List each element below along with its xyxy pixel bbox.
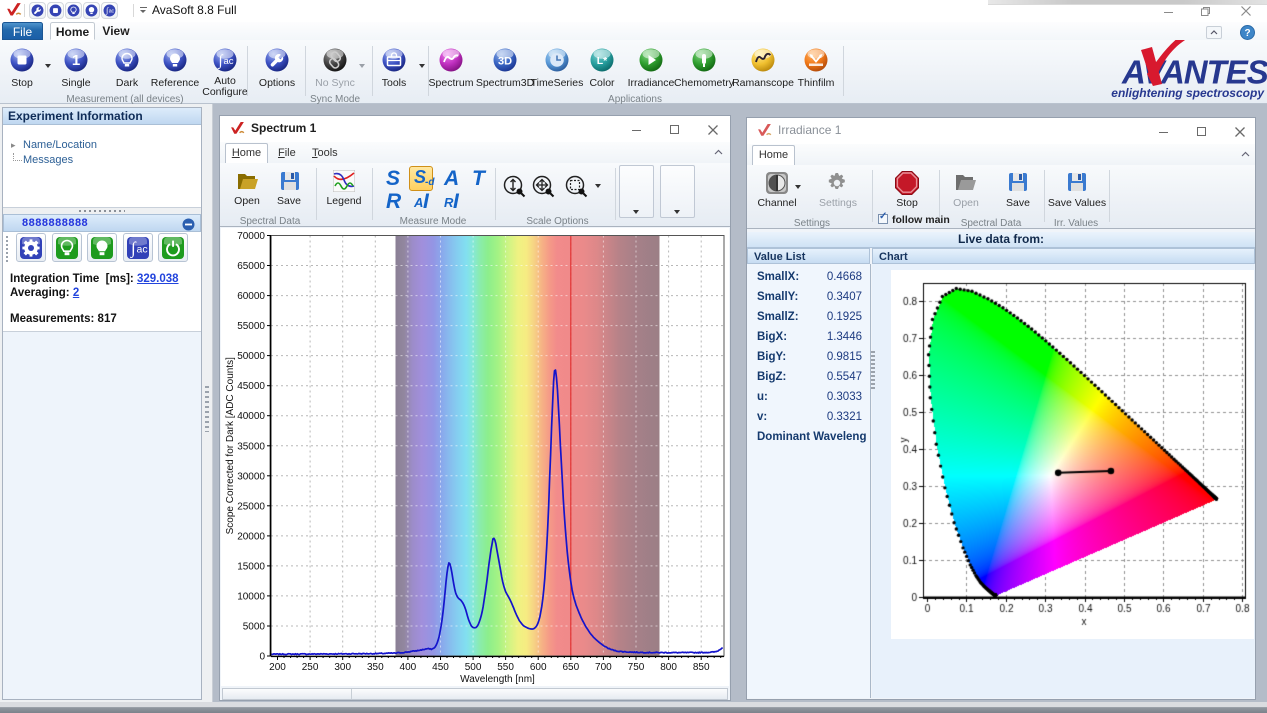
svg-text:250: 250 [302, 662, 319, 673]
svg-text:Scope Corrected for Dark [ADC: Scope Corrected for Dark [ADC Counts] [225, 357, 236, 535]
svg-text:350: 350 [367, 662, 384, 673]
svg-text:Wavelength [nm]: Wavelength [nm] [460, 674, 535, 685]
svg-text:?: ? [1244, 28, 1250, 39]
svg-text:450: 450 [432, 662, 449, 673]
svg-text:20000: 20000 [237, 531, 265, 542]
svg-text:ac: ac [109, 9, 115, 15]
svg-text:60000: 60000 [237, 291, 265, 302]
svg-text:600: 600 [530, 662, 547, 673]
svg-text:40000: 40000 [237, 411, 265, 422]
svg-text:850: 850 [693, 662, 710, 673]
svg-text:750: 750 [628, 662, 645, 673]
svg-text:AVANTES: AVANTES [1121, 54, 1267, 91]
svg-text:200: 200 [269, 662, 286, 673]
svg-text:L*: L* [597, 55, 608, 67]
svg-text:10000: 10000 [237, 591, 265, 602]
svg-text:5000: 5000 [243, 622, 266, 633]
svg-text:15000: 15000 [237, 561, 265, 572]
svg-text:enlightening spectroscopy: enlightening spectroscopy [1111, 86, 1265, 100]
svg-text:65000: 65000 [237, 261, 265, 272]
svg-text:1: 1 [72, 52, 80, 69]
svg-text:700: 700 [595, 662, 612, 673]
svg-text:3D: 3D [498, 56, 512, 68]
svg-text:70000: 70000 [237, 231, 265, 242]
svg-text:ac: ac [224, 56, 234, 67]
svg-text:ac: ac [136, 243, 147, 255]
svg-text:800: 800 [660, 662, 677, 673]
svg-text:650: 650 [562, 662, 579, 673]
svg-text:45000: 45000 [237, 381, 265, 392]
svg-text:550: 550 [497, 662, 514, 673]
svg-text:35000: 35000 [237, 441, 265, 452]
svg-text:30000: 30000 [237, 471, 265, 482]
svg-text:50000: 50000 [237, 351, 265, 362]
svg-text:300: 300 [334, 662, 351, 673]
svg-text:0: 0 [259, 652, 265, 663]
svg-text:400: 400 [400, 662, 417, 673]
svg-text:25000: 25000 [237, 501, 265, 512]
svg-text:55000: 55000 [237, 321, 265, 332]
svg-text:500: 500 [465, 662, 482, 673]
